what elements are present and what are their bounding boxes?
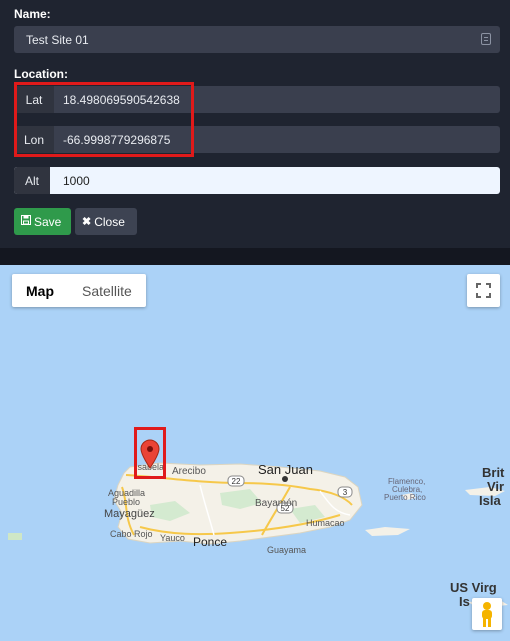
close-icon: ✖ <box>82 216 92 228</box>
close-button[interactable]: ✖ Close <box>75 208 137 235</box>
panel-divider <box>0 248 510 265</box>
fullscreen-button[interactable] <box>467 274 500 307</box>
street-view-button[interactable] <box>472 598 502 630</box>
label-guayama: Guayama <box>267 545 307 555</box>
label-humacao: Humacao <box>306 518 345 528</box>
lat-field[interactable]: Lat 18.498069590542638 <box>14 86 500 113</box>
lat-addon: Lat <box>14 86 54 113</box>
location-pin-icon[interactable] <box>140 439 160 469</box>
label-ponce: Ponce <box>193 535 228 549</box>
svg-text:22: 22 <box>232 477 241 486</box>
label-us-virg-2: Is <box>459 594 470 609</box>
label-pueblo: Pueblo <box>112 497 141 507</box>
lat-value: 18.498069590542638 <box>63 93 180 107</box>
islet-left <box>8 533 22 540</box>
lon-value: -66.9998779296875 <box>63 133 171 147</box>
label-us-virg-1: US Virg <box>450 580 497 595</box>
close-label: Close <box>94 214 125 229</box>
lon-addon: Lon <box>14 126 54 153</box>
name-label: Name: <box>14 7 51 21</box>
label-yauco: Yauco <box>160 533 185 543</box>
map-type-map[interactable]: Map <box>12 274 68 307</box>
save-button[interactable]: Save <box>14 208 71 235</box>
label-san-juan: San Juan <box>258 462 313 477</box>
alt-value: 1000 <box>63 174 90 188</box>
map-canvas: 22 3 52 <box>8 462 508 608</box>
label-brit-3: Isla <box>479 493 501 508</box>
label-cabo-rojo: Cabo Rojo <box>110 529 153 539</box>
svg-text:3: 3 <box>343 488 348 497</box>
label-mayaguez: Mayagüez <box>104 508 155 520</box>
map-view[interactable]: 22 3 52 Isabela Arecibo San Juan Bayamón… <box>0 265 510 641</box>
location-label: Location: <box>14 67 68 81</box>
label-brit-1: Brit <box>482 465 505 480</box>
label-bayamon: Bayamón <box>255 498 298 509</box>
label-brit-2: Vir <box>487 479 505 494</box>
alt-field[interactable]: Alt 1000 <box>14 167 500 194</box>
map-type-control[interactable]: Map Satellite <box>12 274 146 307</box>
alt-addon: Alt <box>14 167 50 194</box>
vieques-landmass <box>365 527 410 536</box>
name-value: Test Site 01 <box>26 33 89 47</box>
site-edit-panel: Name: Test Site 01 Location: Lat 18.4980… <box>0 0 510 248</box>
fullscreen-icon <box>476 283 491 298</box>
pegman-icon <box>482 602 492 627</box>
label-arecibo: Arecibo <box>172 466 206 477</box>
map-type-satellite[interactable]: Satellite <box>68 274 146 307</box>
save-label: Save <box>34 214 62 229</box>
lon-field[interactable]: Lon -66.9998779296875 <box>14 126 500 153</box>
save-icon <box>21 215 31 228</box>
name-field[interactable]: Test Site 01 <box>14 26 500 53</box>
autofill-icon <box>481 33 491 45</box>
label-puerto-rico: Puerto Rico <box>384 493 426 502</box>
